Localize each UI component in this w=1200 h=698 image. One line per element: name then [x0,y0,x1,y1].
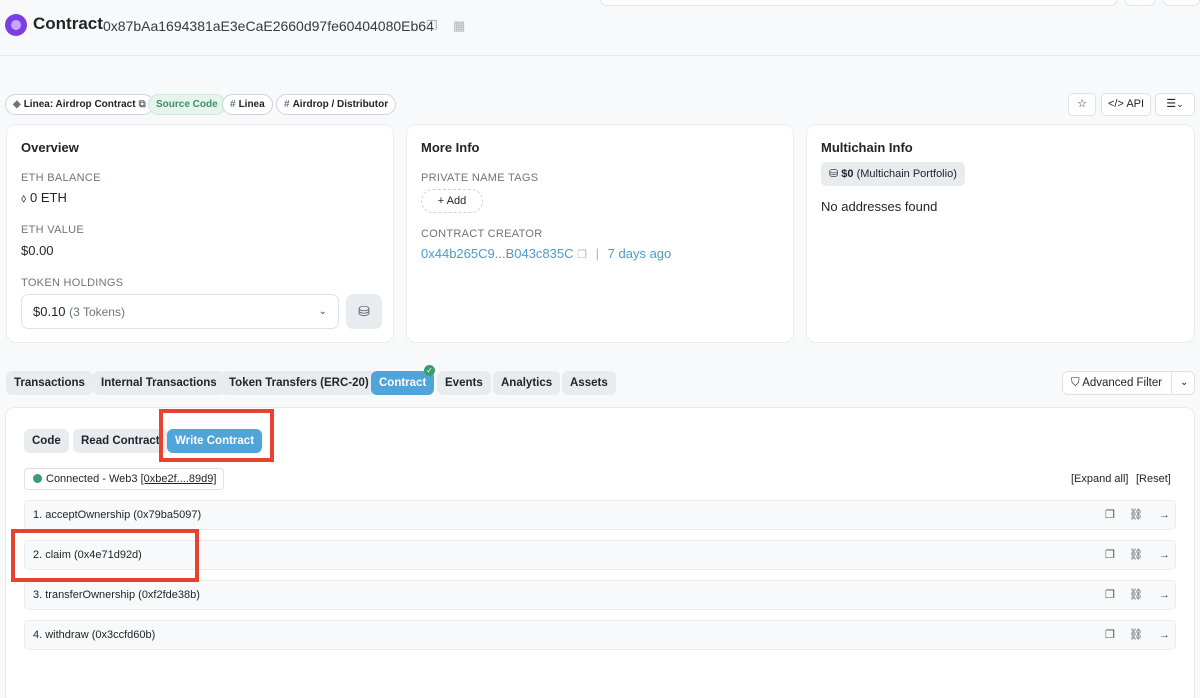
arrow-right-icon[interactable]: → [1159,501,1170,529]
copy-icon[interactable]: ❐ [426,18,438,34]
qr-code-icon[interactable]: ▦ [453,18,465,34]
copy-icon[interactable]: ❐ [1105,541,1115,569]
tag-airdrop-distributor[interactable]: # Airdrop / Distributor [276,94,397,115]
copy-icon[interactable]: ❐ [1105,501,1115,529]
link-icon[interactable]: ⛓ [1129,501,1143,529]
page-title: Contract [33,14,103,33]
verified-check-icon: ✓ [424,365,435,376]
creator-address-link[interactable]: 0x44b265C9...B043c835C [421,246,574,261]
contract-logo-icon [5,14,27,36]
tag-source-code[interactable]: Source Code [148,94,226,115]
multichain-portfolio-button[interactable]: ⛁ $0 (Multichain Portfolio) [821,162,965,186]
status-dot [33,474,42,483]
function-row[interactable]: 3. transferOwnership (0xf2fde38b) ❐ ⛓ → [24,580,1176,610]
no-addresses-text: No addresses found [821,199,938,214]
tag-linea[interactable]: # Linea [222,94,273,115]
private-tags-label: PRIVATE NAME TAGS [421,172,539,184]
link-icon[interactable]: ⛓ [1129,541,1143,569]
tab-transactions[interactable]: Transactions [6,371,93,395]
web3-connection-status[interactable]: Connected - Web3 [0xbe2f....89d9] [24,468,225,490]
tab-events[interactable]: Events [437,371,491,395]
coins-icon: ⛁ [358,303,370,319]
tab-contract[interactable]: Contract [371,371,435,395]
link-icon[interactable]: ⛓ [1129,581,1143,609]
arrow-right-icon[interactable]: → [1159,541,1170,569]
chevron-down-icon: ⌄ [1176,99,1184,109]
copy-icon[interactable]: ❐ [577,249,587,261]
more-options-button[interactable]: ☰⌄ [1155,93,1195,116]
filter-icon: ⛉ [1071,377,1080,389]
multichain-card: Multichain Info ⛁ $0 (Multichain Portfol… [806,124,1195,343]
annotation-box-claim [11,529,199,582]
plus-icon: + [437,195,445,207]
favorite-button[interactable]: ☆ [1068,93,1096,116]
advanced-filter-button[interactable]: ⛉ Advanced Filter ⌄ [1062,371,1195,395]
contract-creator-label: CONTRACT CREATOR [421,228,543,240]
function-row[interactable]: 4. withdraw (0x3ccfd60b) ❐ ⛓ → [24,620,1176,650]
contract-address: 0x87bAa1694381aE3eCaE2660d97fe60404080Eb… [103,18,434,34]
overview-title: Overview [21,140,79,155]
add-private-tag-button[interactable]: + Add [421,189,483,213]
star-icon: ☆ [1077,98,1087,110]
contract-creator-row: 0x44b265C9...B043c835C ❐ | 7 days ago [421,246,672,261]
eth-value: $0.00 [21,243,54,258]
tab-token-transfers[interactable]: Token Transfers (ERC-20) [221,371,377,395]
reset-link[interactable]: [Reset] [1136,473,1171,485]
token-holdings-label: TOKEN HOLDINGS [21,277,124,289]
annotation-box-write-contract [159,409,274,462]
multichain-title: Multichain Info [821,140,913,155]
hashtag-icon: # [230,99,236,110]
subtab-code[interactable]: Code [24,429,69,453]
overview-card: Overview ETH BALANCE ⬨ 0 ETH ETH VALUE $… [6,124,394,343]
creator-time-link[interactable]: 7 days ago [608,246,672,261]
arrow-right-icon[interactable]: → [1159,621,1170,649]
tag-icon: ◆ [13,99,21,110]
connected-account-link[interactable]: [0xbe2f....89d9] [141,473,217,485]
copy-icon[interactable]: ❐ [1105,581,1115,609]
top-button-fragment[interactable] [1125,0,1155,6]
page-header: Contract 0x87bAa1694381aE3eCaE2660d97fe6… [0,12,1200,56]
coins-icon: ⛁ [829,168,839,180]
expand-all-link[interactable]: [Expand all] [1071,473,1128,485]
tab-assets[interactable]: Assets [562,371,616,395]
eth-balance-value: ⬨ 0 ETH [21,190,67,205]
arrow-right-icon[interactable]: → [1159,581,1170,609]
top-button-fragment-2[interactable] [1163,0,1200,6]
code-icon: </> [1107,98,1124,110]
search-bar-fragment[interactable] [600,0,1117,6]
copy-icon[interactable]: ❐ [1105,621,1115,649]
tab-analytics[interactable]: Analytics [493,371,561,395]
tag-linea-airdrop-contract[interactable]: ◆ Linea: Airdrop Contract ⧉ [5,94,154,115]
ethereum-icon: ⬨ [21,191,27,205]
more-info-card: More Info PRIVATE NAME TAGS + Add CONTRA… [406,124,794,343]
list-icon: ☰ [1166,98,1177,110]
more-info-title: More Info [421,140,480,155]
eth-balance-label: ETH BALANCE [21,172,101,184]
token-holdings-dropdown[interactable]: $0.10 (3 Tokens) ⌄ [21,294,339,329]
tab-internal-transactions[interactable]: Internal Transactions [93,371,225,395]
top-strip [0,0,1200,12]
eth-value-label: ETH VALUE [21,224,85,236]
subtab-read-contract[interactable]: Read Contract [73,429,168,453]
external-link-icon: ⧉ [138,99,146,110]
chevron-down-icon[interactable]: ⌄ [1180,372,1188,394]
hashtag-icon: # [284,99,290,110]
function-row[interactable]: 1. acceptOwnership (0x79ba5097) ❐ ⛓ → [24,500,1176,530]
api-button[interactable]: </> API [1101,93,1151,116]
chevron-down-icon: ⌄ [318,306,327,317]
link-icon[interactable]: ⛓ [1129,621,1143,649]
token-stack-button[interactable]: ⛁ [346,294,382,329]
